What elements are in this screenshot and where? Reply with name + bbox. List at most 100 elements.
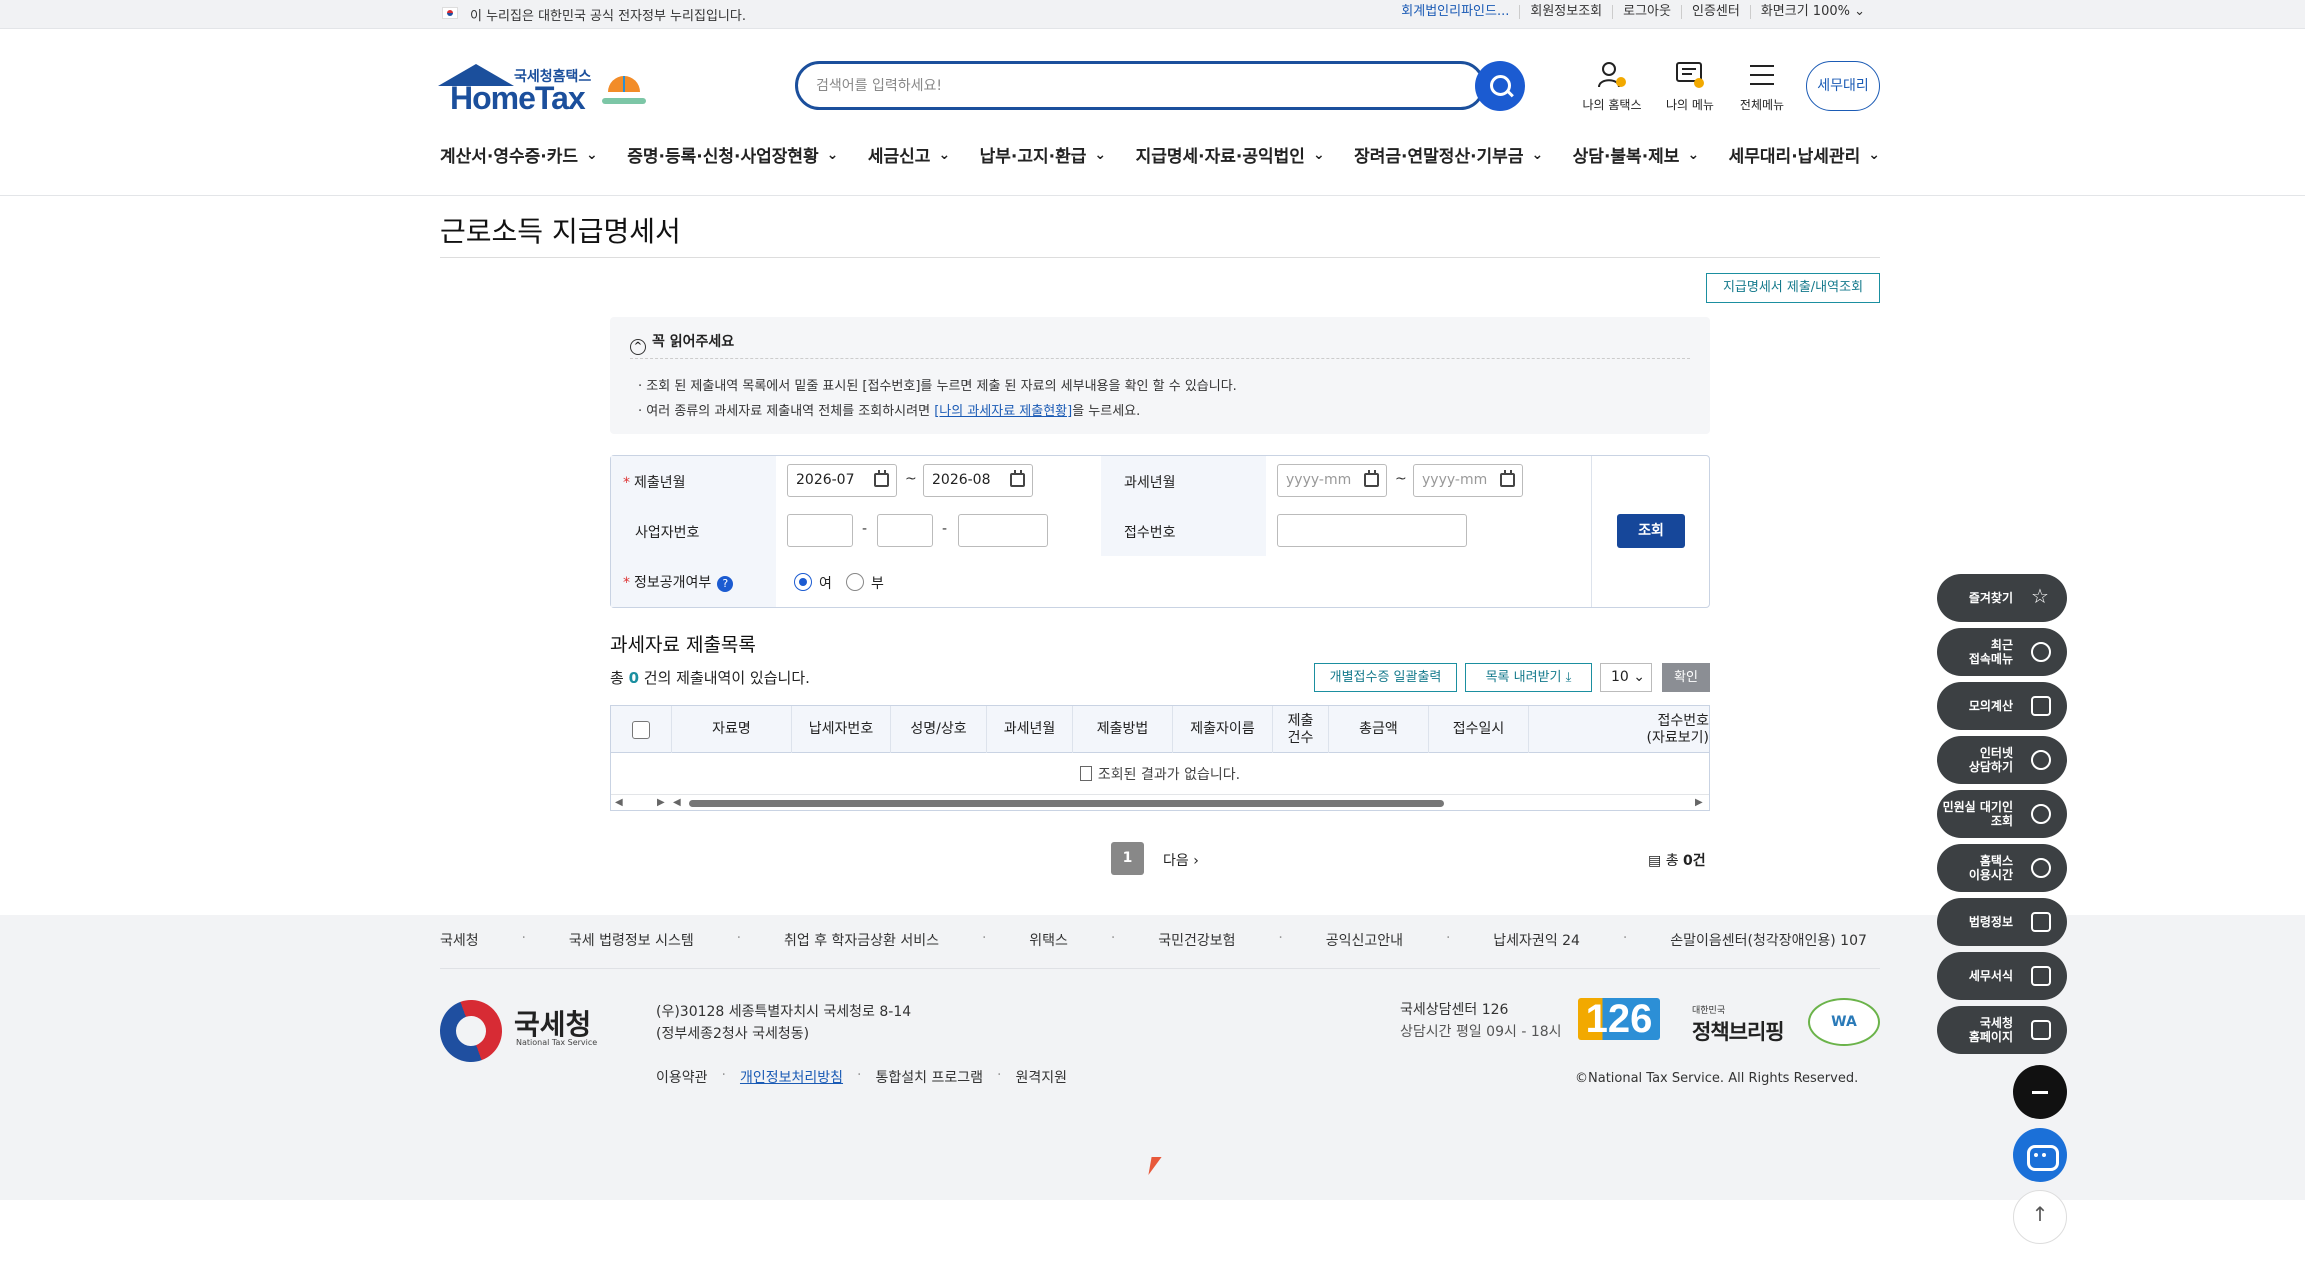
- footer-link[interactable]: 취업 후 학자금상환 서비스: [784, 930, 939, 950]
- tax-month-to-input[interactable]: yyyy-mm: [1413, 464, 1523, 497]
- disclosure-no-radio[interactable]: [846, 573, 864, 591]
- nav-item-tax-return[interactable]: 세금신고: [868, 142, 950, 170]
- receipt-no-input[interactable]: [1277, 514, 1467, 547]
- clock-icon: [2031, 858, 2051, 878]
- badge-126-logo[interactable]: 126: [1578, 998, 1660, 1040]
- company-name-link[interactable]: 회계법인리파인드...: [1391, 5, 1519, 19]
- calendar-icon[interactable]: [1364, 470, 1379, 487]
- footer-link[interactable]: 손말이음센터(청각장애인용) 107: [1670, 930, 1867, 950]
- query-button[interactable]: 조회: [1617, 514, 1685, 548]
- utility-links: 회계법인리파인드... 회원정보조회 로그아웃 인증센터 화면크기 100% ⌄: [1391, 5, 1875, 19]
- member-info-link[interactable]: 회원정보조회: [1519, 5, 1612, 19]
- scroll-right-icon[interactable]: ▶: [657, 797, 665, 808]
- calendar-icon[interactable]: [1010, 470, 1025, 487]
- disclosure-yes-label[interactable]: 여: [819, 573, 832, 593]
- hamburger-icon: [1750, 65, 1774, 85]
- quick-online-consult[interactable]: 인터넷 상담하기: [1937, 736, 2067, 784]
- submit-month-from-input[interactable]: 2026-07: [787, 464, 897, 497]
- search-input[interactable]: [816, 64, 1416, 107]
- footer-link[interactable]: 국세청: [440, 930, 479, 950]
- footer-link[interactable]: 공익신고안내: [1326, 930, 1403, 950]
- submit-view-button[interactable]: 지급명세서 제출/내역조회: [1706, 273, 1880, 303]
- person-search-icon: [2031, 804, 2051, 824]
- calendar-icon[interactable]: [1500, 470, 1515, 487]
- quick-simulation[interactable]: 모의계산: [1937, 682, 2067, 730]
- select-all-checkbox[interactable]: [632, 720, 650, 739]
- disclosure-label: * 정보공개여부?: [623, 572, 734, 592]
- confirm-button[interactable]: 확인: [1662, 663, 1710, 692]
- my-menu-button[interactable]: 나의 메뉴: [1655, 60, 1725, 113]
- biz-no-input-1[interactable]: [787, 514, 853, 547]
- nts-emblem-icon: [431, 991, 511, 1071]
- tax-month-from-input[interactable]: yyyy-mm: [1277, 464, 1387, 497]
- remote-support-link[interactable]: 원격지원: [1015, 1067, 1067, 1087]
- hometax-logo[interactable]: 국세청홈택스 HomeTax: [438, 60, 656, 116]
- horizontal-scrollbar[interactable]: ◀ ▶ ◀ ▶: [611, 794, 1709, 810]
- screen-size-select[interactable]: 화면크기 100% ⌄: [1749, 5, 1875, 19]
- scroll-right-icon[interactable]: ▶: [1695, 797, 1703, 808]
- quick-nts-home[interactable]: 국세청 홈페이지: [1937, 1006, 2067, 1054]
- notice-line-2: · 여러 종류의 과세자료 제출내역 전체를 조회하시려면 [나의 과세자료 제…: [638, 400, 1140, 419]
- receipt-no-label: 접수번호: [1124, 525, 1176, 541]
- policy-briefing-logo[interactable]: 대한민국 정책브리핑: [1692, 1003, 1787, 1046]
- empty-message: 조회된 결과가 없습니다.: [611, 764, 1709, 784]
- notice-heading[interactable]: ^ 꼭 읽어주세요: [630, 331, 734, 355]
- submit-month-to-input[interactable]: 2026-08: [923, 464, 1033, 497]
- scrollbar-thumb[interactable]: [689, 800, 1444, 807]
- nav-item-payment[interactable]: 납부·고지·환급: [980, 142, 1107, 170]
- footer-divider: [440, 968, 1880, 969]
- notice-line-2-prefix: · 여러 종류의 과세자료 제출내역 전체를 조회하시려면: [638, 404, 935, 419]
- page-size-select[interactable]: 10 ⌄: [1600, 663, 1652, 692]
- quick-label: 모의계산: [1968, 699, 2013, 713]
- nav-item-consult[interactable]: 상담·불복·제보: [1573, 142, 1700, 170]
- col-receipt-no: 접수번호 (자료보기): [1646, 712, 1709, 746]
- quick-hours[interactable]: 홈택스 이용시간: [1937, 844, 2067, 892]
- my-hometax-button[interactable]: 나의 홈택스: [1577, 60, 1647, 113]
- search-box: [795, 61, 1485, 110]
- quick-label: 세무서식: [1968, 969, 2013, 983]
- disclosure-yes-radio[interactable]: [794, 573, 812, 591]
- nav-item-incentive[interactable]: 장려금·연말정산·기부금: [1354, 142, 1543, 170]
- print-receipts-button[interactable]: 개별접수증 일괄출력: [1314, 663, 1457, 692]
- footer-link[interactable]: 국세 법령정보 시스템: [569, 930, 694, 950]
- quick-waiting[interactable]: 민원실 대기인 조회: [1937, 790, 2067, 838]
- install-program-link[interactable]: 통합설치 프로그램: [875, 1067, 983, 1087]
- search-button[interactable]: [1475, 61, 1525, 111]
- terms-link[interactable]: 이용약관: [656, 1067, 708, 1087]
- biz-no-input-3[interactable]: [958, 514, 1048, 547]
- empty-message-text: 조회된 결과가 없습니다.: [1097, 767, 1241, 783]
- nav-item-invoice[interactable]: 계산서·영수증·카드: [440, 142, 598, 170]
- tax-agent-button[interactable]: 세무대리: [1806, 61, 1880, 111]
- privacy-link[interactable]: 개인정보처리방침: [740, 1067, 843, 1087]
- footer-link[interactable]: 납세자권익 24: [1493, 930, 1580, 950]
- scroll-left-icon[interactable]: ◀: [615, 797, 623, 808]
- biz-no-input-2[interactable]: [877, 514, 933, 547]
- calendar-icon[interactable]: [874, 470, 889, 487]
- my-tax-data-link[interactable]: [나의 과세자료 제출현황]: [934, 404, 1072, 419]
- range-tilde: ~: [905, 471, 917, 487]
- next-page-button[interactable]: 다음 ›: [1163, 850, 1199, 870]
- copyright: ©National Tax Service. All Rights Reserv…: [1575, 1071, 1859, 1086]
- quick-law[interactable]: 법령정보: [1937, 898, 2067, 946]
- quick-recent[interactable]: 최근 접속메뉴: [1937, 628, 2067, 676]
- page-1-button[interactable]: 1: [1111, 842, 1144, 875]
- quick-favorites[interactable]: 즐겨찾기 ☆: [1937, 574, 2067, 622]
- all-menu-button[interactable]: 전체메뉴: [1727, 60, 1797, 113]
- scroll-left-icon[interactable]: ◀: [673, 797, 681, 808]
- disclosure-no-label[interactable]: 부: [871, 573, 884, 593]
- scroll-top-button[interactable]: [2013, 1190, 2067, 1244]
- cert-center-link[interactable]: 인증센터: [1680, 5, 1750, 19]
- footer-link[interactable]: 위택스: [1029, 930, 1068, 950]
- logout-link[interactable]: 로그아웃: [1612, 5, 1681, 19]
- chatbot-button[interactable]: [2013, 1128, 2067, 1182]
- download-list-button[interactable]: 목록 내려받기 ⤓: [1465, 663, 1592, 692]
- wa-mark-logo[interactable]: WA: [1808, 998, 1880, 1046]
- nav-item-statement[interactable]: 지급명세·자료·공익법인: [1136, 142, 1325, 170]
- help-icon[interactable]: ?: [717, 576, 734, 592]
- biz-no-dash: -: [942, 521, 948, 537]
- nav-item-certificate[interactable]: 증명·등록·신청·사업장현황: [627, 142, 838, 170]
- footer-link[interactable]: 국민건강보험: [1158, 930, 1235, 950]
- nav-item-tax-agent[interactable]: 세무대리·납세관리: [1729, 142, 1880, 170]
- quick-forms[interactable]: 세무서식: [1937, 952, 2067, 1000]
- collapse-quick-menu-button[interactable]: [2013, 1065, 2067, 1119]
